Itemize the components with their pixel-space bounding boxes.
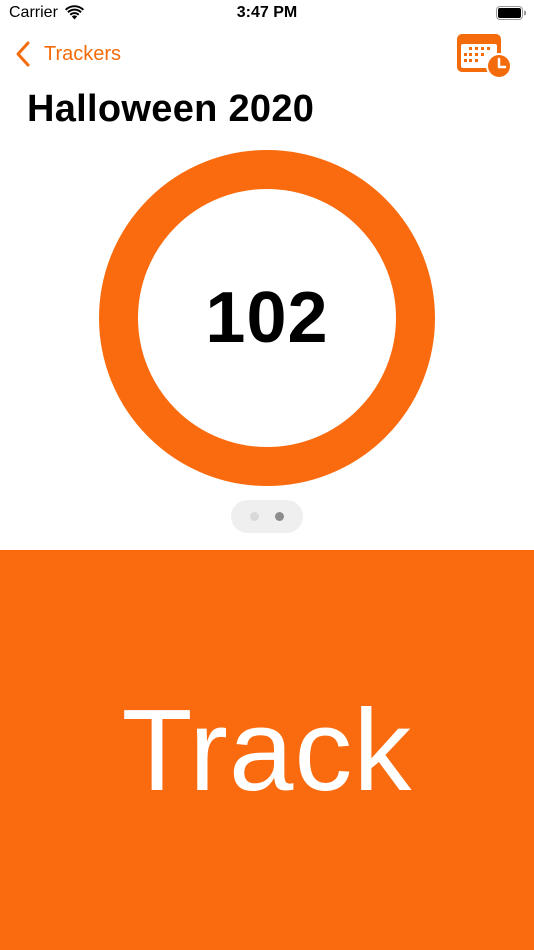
battery-icon <box>496 6 526 20</box>
status-time: 3:47 PM <box>236 4 298 21</box>
page-indicator[interactable] <box>231 500 303 533</box>
page-dot[interactable] <box>250 512 259 521</box>
count-value: 102 <box>205 278 329 358</box>
tracker-screen: Carrier 3:47 PM Trackers Halloween 2020 … <box>0 0 534 950</box>
page-dot-active[interactable] <box>275 512 284 521</box>
chevron-left-icon <box>16 41 30 67</box>
track-button-label: Track <box>121 685 413 815</box>
count-ring[interactable]: 102 <box>99 150 435 486</box>
track-button[interactable]: Track <box>0 550 534 950</box>
back-button[interactable]: Trackers <box>14 40 121 68</box>
status-bar: Carrier 3:47 PM <box>0 0 534 30</box>
back-button-label: Trackers <box>44 42 122 65</box>
calendar-clock-icon[interactable] <box>456 30 514 80</box>
tracker-title: Halloween 2020 <box>27 88 315 130</box>
